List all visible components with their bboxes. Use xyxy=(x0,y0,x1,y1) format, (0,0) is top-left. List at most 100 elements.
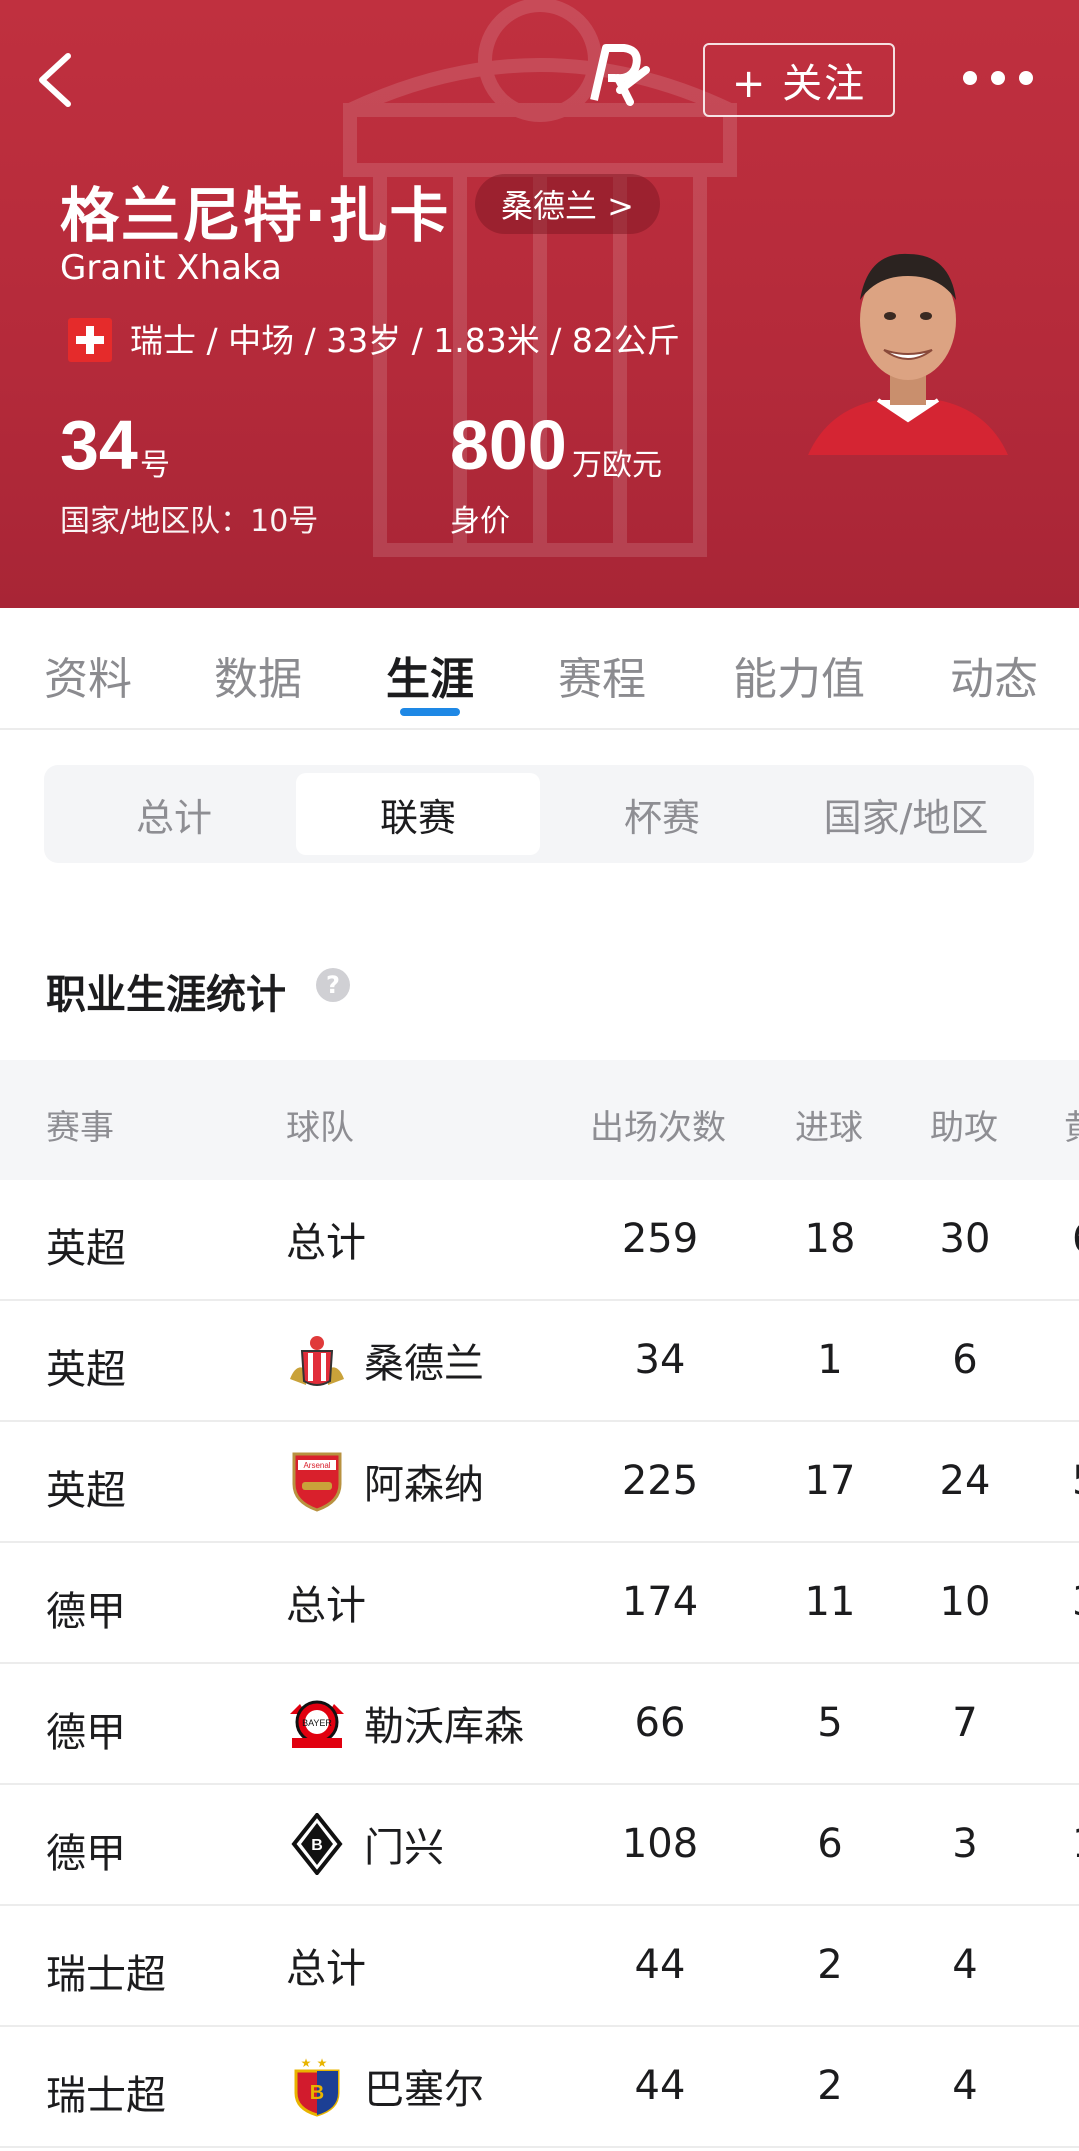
player-name-cn: 格兰尼特·扎卡 xyxy=(60,181,451,250)
cell-assists: 6 xyxy=(952,1337,978,1383)
cell-assists: 7 xyxy=(952,1700,978,1746)
svg-text:★: ★ xyxy=(301,2056,312,2070)
shirt-number-unit: 号 xyxy=(140,448,170,483)
follow-button[interactable]: + 关注 xyxy=(703,43,895,117)
active-tab-indicator xyxy=(400,708,460,716)
cell-team: B 门兴 xyxy=(286,1813,444,1875)
player-name-en: Granit Xhaka xyxy=(60,248,282,288)
cell-appearances: 108 xyxy=(621,1821,699,1867)
cell-competition: 德甲 xyxy=(46,1710,126,1756)
svg-text:B: B xyxy=(310,2082,324,2104)
pk-app-logo xyxy=(590,44,650,106)
segment-league[interactable]: 联赛 xyxy=(296,773,540,855)
cell-assists: 10 xyxy=(939,1579,991,1625)
cell-yellow: 1 xyxy=(1072,1821,1079,1867)
tab-news[interactable]: 动态 xyxy=(950,643,1038,707)
cell-competition: 瑞士超 xyxy=(46,2073,166,2119)
table-row[interactable]: 英超 桑德兰 34 1 6 xyxy=(0,1301,1079,1422)
cell-yellow: 6 xyxy=(1072,1216,1079,1262)
back-button[interactable] xyxy=(34,50,84,110)
profile-tabs: 资料 数据 生涯 赛程 能力值 动态 xyxy=(0,608,1079,730)
svg-text:Arsenal: Arsenal xyxy=(303,1461,330,1470)
cell-appearances: 66 xyxy=(634,1700,686,1746)
team-name: 总计 xyxy=(286,1583,366,1629)
cell-appearances: 174 xyxy=(621,1579,699,1625)
cell-competition: 英超 xyxy=(46,1347,126,1393)
table-row[interactable]: 英超 总计 259 18 30 6 xyxy=(0,1180,1079,1301)
cell-appearances: 34 xyxy=(634,1337,686,1383)
national-team-number: 国家/地区队：10号 xyxy=(60,504,319,539)
table-row[interactable]: 德甲 BAYER 勒沃库森 66 5 7 xyxy=(0,1664,1079,1785)
team-link-chip[interactable]: 桑德兰 > xyxy=(475,174,660,234)
cell-appearances: 259 xyxy=(621,1216,699,1262)
cell-competition: 英超 xyxy=(46,1226,126,1272)
team-name: 巴塞尔 xyxy=(364,2067,484,2113)
cell-assists: 24 xyxy=(939,1458,991,1504)
cell-team: 总计 xyxy=(286,1571,366,1633)
table-row[interactable]: 瑞士超 总计 44 2 4 xyxy=(0,1906,1079,2027)
table-row[interactable]: 瑞士超 ★ ★ B 巴塞尔 44 2 4 xyxy=(0,2027,1079,2148)
career-table: 英超 总计 259 18 30 6 英超 桑德兰 34 1 6 xyxy=(0,1180,1079,2148)
cell-assists: 4 xyxy=(952,2063,978,2109)
tab-profile[interactable]: 资料 xyxy=(44,643,132,707)
cell-team: Arsenal 阿森纳 xyxy=(286,1450,484,1512)
arsenal-logo: Arsenal xyxy=(286,1450,348,1512)
cell-team: BAYER 勒沃库森 xyxy=(286,1692,524,1754)
svg-text:★: ★ xyxy=(317,2056,328,2070)
team-name: 门兴 xyxy=(364,1825,444,1871)
player-info-line: 瑞士 / 中场 / 33岁 / 1.83米 / 82公斤 xyxy=(130,321,680,360)
header-competition: 赛事 xyxy=(46,1108,114,1148)
more-dot-icon xyxy=(991,71,1005,85)
leverkusen-logo: BAYER xyxy=(286,1692,348,1754)
team-name: 桑德兰 xyxy=(364,1341,484,1387)
help-icon[interactable]: ? xyxy=(316,968,350,1002)
tab-data[interactable]: 数据 xyxy=(214,643,302,707)
tab-schedule[interactable]: 赛程 xyxy=(558,643,646,707)
cell-assists: 3 xyxy=(952,1821,978,1867)
segment-total[interactable]: 总计 xyxy=(52,773,296,855)
sunderland-logo xyxy=(286,1329,348,1391)
chevron-left-icon xyxy=(39,53,71,107)
competition-type-selector: 总计 联赛 杯赛 国家/地区 xyxy=(44,765,1034,863)
more-dot-icon xyxy=(1019,71,1033,85)
header-yellow: 黄 xyxy=(1064,1100,1079,1149)
cell-competition: 德甲 xyxy=(46,1831,126,1877)
cell-team: ★ ★ B 巴塞尔 xyxy=(286,2055,484,2117)
cell-competition: 英超 xyxy=(46,1468,126,1514)
header-assists: 助攻 xyxy=(930,1108,998,1148)
cell-team: 桑德兰 xyxy=(286,1329,484,1391)
header-goals: 进球 xyxy=(795,1108,863,1148)
table-header: 赛事 球队 出场次数 进球 助攻 黄 xyxy=(0,1060,1079,1180)
cell-yellow: 5 xyxy=(1072,1458,1079,1504)
cell-team: 总计 xyxy=(286,1934,366,1996)
cell-competition: 德甲 xyxy=(46,1589,126,1635)
swiss-flag-icon xyxy=(68,318,112,362)
basel-logo: ★ ★ B xyxy=(286,2055,348,2117)
tab-career[interactable]: 生涯 xyxy=(386,643,474,707)
team-name: 总计 xyxy=(286,1220,366,1266)
gladbach-logo: B xyxy=(286,1813,348,1875)
more-options-button[interactable] xyxy=(963,60,1033,96)
table-row[interactable]: 德甲 总计 174 11 10 3 xyxy=(0,1543,1079,1664)
tab-ability[interactable]: 能力值 xyxy=(733,643,865,707)
cell-competition: 瑞士超 xyxy=(46,1952,166,1998)
shirt-number: 34 xyxy=(60,406,138,484)
cell-appearances: 44 xyxy=(634,2063,686,2109)
svg-text:B: B xyxy=(311,1837,323,1854)
cell-assists: 4 xyxy=(952,1942,978,1988)
table-row[interactable]: 英超 Arsenal 阿森纳 225 17 24 5 xyxy=(0,1422,1079,1543)
player-photo xyxy=(808,253,1008,455)
cell-appearances: 44 xyxy=(634,1942,686,1988)
cell-team: 总计 xyxy=(286,1208,366,1270)
segment-national[interactable]: 国家/地区 xyxy=(784,773,1028,855)
cell-assists: 30 xyxy=(939,1216,991,1262)
svg-text:BAYER: BAYER xyxy=(302,1718,332,1728)
segment-cup[interactable]: 杯赛 xyxy=(540,773,784,855)
player-header: + 关注 格兰尼特·扎卡 桑德兰 > Granit Xhaka 瑞士 / 中场 … xyxy=(0,0,1079,608)
market-value-label: 身价 xyxy=(450,504,510,539)
section-title: 职业生涯统计 xyxy=(46,972,286,1018)
team-name: 勒沃库森 xyxy=(364,1704,524,1750)
header-appearances: 出场次数 xyxy=(590,1108,726,1148)
table-row[interactable]: 德甲 B 门兴 108 6 3 1 xyxy=(0,1785,1079,1906)
cell-yellow: 3 xyxy=(1072,1579,1079,1625)
